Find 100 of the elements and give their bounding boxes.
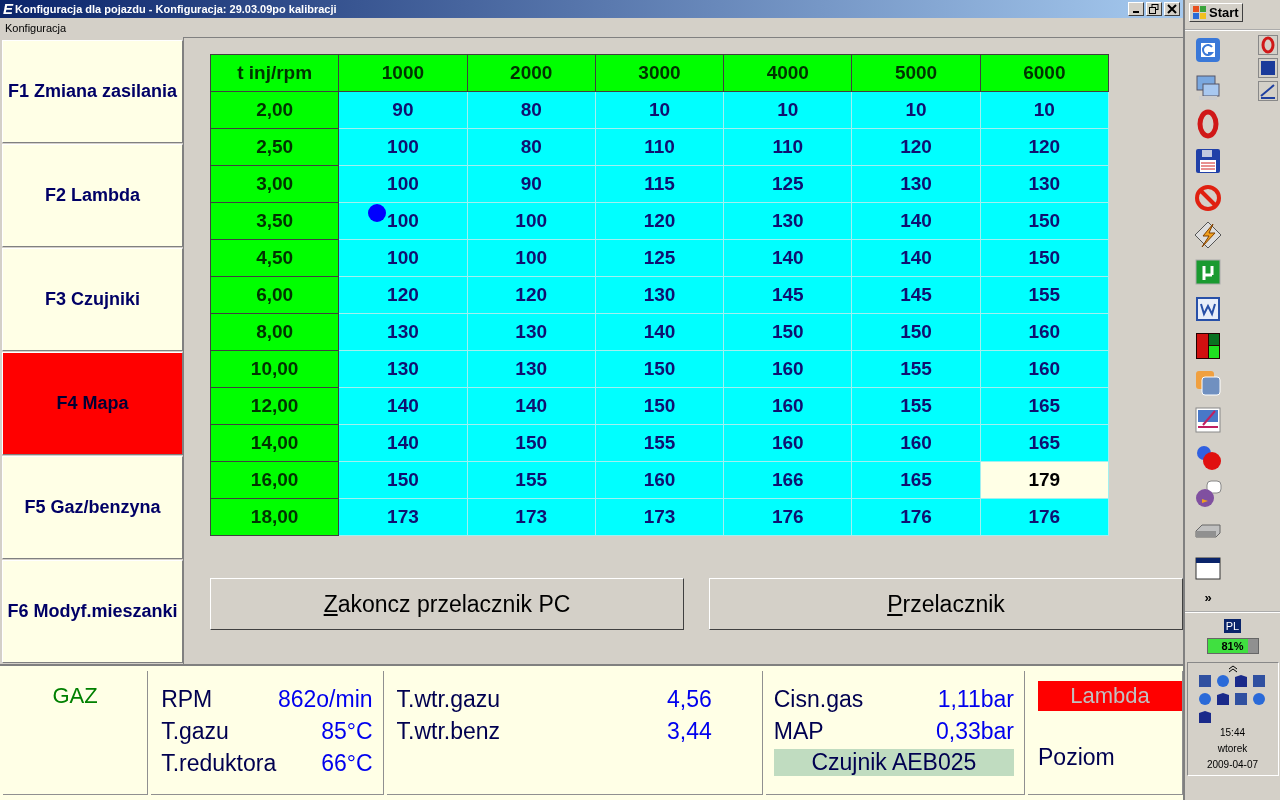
table-cell[interactable]: 100 [338,239,468,277]
table-cell[interactable]: 100 [338,202,468,240]
table-cell[interactable]: 166 [723,461,852,499]
table-cell[interactable]: 110 [595,128,724,166]
minimize-button[interactable] [1128,2,1144,16]
table-cell[interactable]: 130 [467,350,596,388]
table-cell[interactable]: 145 [851,276,981,314]
table-cell[interactable]: 160 [980,350,1109,388]
table-cell[interactable]: 110 [723,128,852,166]
close-button[interactable] [1164,2,1180,16]
language-indicator[interactable]: PL [1223,619,1242,633]
table-cell[interactable]: 150 [338,461,468,499]
mu-icon[interactable] [1193,257,1223,287]
table-cell[interactable]: 150 [980,202,1109,240]
table-cell[interactable]: 130 [851,165,981,203]
table-cell[interactable]: 176 [980,498,1109,536]
table-cell[interactable]: 140 [467,387,596,425]
table-cell[interactable]: 160 [595,461,724,499]
table-cell[interactable]: 165 [980,387,1109,425]
stop-icon[interactable] [1193,183,1223,213]
table-cell[interactable]: 160 [723,424,852,462]
browser-icon[interactable] [1193,35,1223,65]
table-cell[interactable]: 179 [980,461,1109,499]
nav-button[interactable]: F5 Gaz/benzyna [2,456,183,559]
table-cell[interactable]: 150 [467,424,596,462]
start-button[interactable]: Start [1189,3,1243,22]
table-cell[interactable]: 120 [338,276,468,314]
action-button[interactable]: Przelacznik [709,578,1183,630]
table-cell[interactable]: 130 [467,313,596,351]
table-cell[interactable]: 150 [595,350,724,388]
action-button[interactable]: Zakoncz przelacznik PC [210,578,684,630]
table-cell[interactable]: 160 [723,350,852,388]
window-stack-icon[interactable] [1193,368,1223,398]
table-cell[interactable]: 120 [595,202,724,240]
table-cell[interactable]: 140 [338,387,468,425]
nav-button[interactable]: F6 Modyf.mieszanki [2,560,183,663]
computers-icon[interactable] [1193,72,1223,102]
more-chevron[interactable]: » [1204,590,1212,605]
table-cell[interactable]: 100 [467,239,596,277]
tiles-icon[interactable] [1193,331,1223,361]
table-cell[interactable]: 140 [723,239,852,277]
table-cell[interactable]: 130 [723,202,852,240]
table-cell[interactable]: 165 [851,461,981,499]
table-cell[interactable]: 160 [723,387,852,425]
table-cell[interactable]: 90 [467,165,596,203]
table-cell[interactable]: 176 [723,498,852,536]
expand-icon[interactable] [1227,665,1238,673]
table-cell[interactable]: 90 [338,91,468,129]
table-cell[interactable]: 140 [851,202,981,240]
table-cell[interactable]: 10 [851,91,981,129]
table-cell[interactable]: 150 [595,387,724,425]
table-cell[interactable]: 130 [980,165,1109,203]
table-cell[interactable]: 150 [980,239,1109,277]
table-cell[interactable]: 165 [980,424,1109,462]
table-cell[interactable]: 145 [723,276,852,314]
row-header: 2,00 [210,91,339,129]
table-cell[interactable]: 155 [467,461,596,499]
table-cell[interactable]: 150 [851,313,981,351]
table-cell[interactable]: 80 [467,128,596,166]
table-cell[interactable]: 150 [723,313,852,351]
table-cell[interactable]: 100 [467,202,596,240]
table-cell[interactable]: 130 [338,313,468,351]
nav-button[interactable]: F3 Czujniki [2,248,183,351]
table-cell[interactable]: 10 [595,91,724,129]
table-cell[interactable]: 10 [723,91,852,129]
table-cell[interactable]: 155 [980,276,1109,314]
restore-button[interactable] [1146,2,1162,16]
ring-icon[interactable] [1258,35,1278,55]
table-cell[interactable]: 173 [338,498,468,536]
table-cell[interactable]: 176 [851,498,981,536]
table-cell[interactable]: 120 [467,276,596,314]
table-cell[interactable]: 173 [467,498,596,536]
table-cell[interactable]: 130 [338,350,468,388]
nav-button[interactable]: F1 Zmiana zasilania [2,40,183,143]
table-cell[interactable]: 155 [851,350,981,388]
table-cell[interactable]: 100 [338,128,468,166]
table-cell[interactable]: 80 [467,91,596,129]
table-cell[interactable]: 155 [595,424,724,462]
table-cell[interactable]: 160 [851,424,981,462]
table-cell[interactable]: 125 [595,239,724,277]
table-cell[interactable]: 160 [980,313,1109,351]
floppy-icon[interactable] [1193,146,1223,176]
lightning-icon[interactable] [1193,220,1223,250]
nav-button[interactable]: F2 Lambda [2,144,183,247]
table-cell[interactable]: 173 [595,498,724,536]
table-cell[interactable]: 140 [338,424,468,462]
table-cell[interactable]: 140 [851,239,981,277]
table-cell[interactable]: 125 [723,165,852,203]
table-cell[interactable]: 115 [595,165,724,203]
table-cell[interactable]: 120 [980,128,1109,166]
document-icon[interactable] [1193,294,1223,324]
bird-icon[interactable] [1193,479,1223,509]
table-cell[interactable]: 10 [980,91,1109,129]
nav-button[interactable]: F4 Mapa [2,352,183,455]
table-cell[interactable]: 140 [595,313,724,351]
table-cell[interactable]: 130 [595,276,724,314]
table-cell[interactable]: 100 [338,165,468,203]
table-cell[interactable]: 120 [851,128,981,166]
menu-item[interactable]: Konfiguracja [5,21,67,34]
table-cell[interactable]: 155 [851,387,981,425]
